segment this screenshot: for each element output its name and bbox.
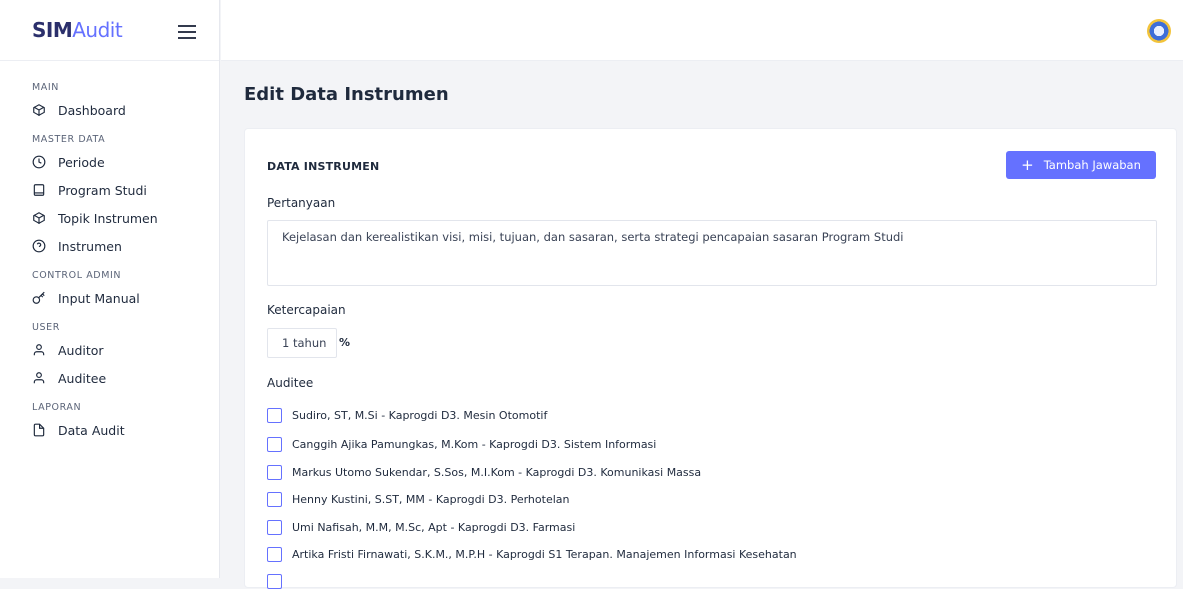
box-icon [32, 211, 46, 225]
sidebar-item-label: Instrumen [58, 238, 122, 254]
pertanyaan-label: Pertanyaan [267, 196, 336, 210]
logo-part-1: SIM [32, 18, 73, 42]
auditee-option[interactable]: Sudiro, ST, M.Si - Kaprogdi D3. Mesin Ot… [267, 408, 547, 423]
sidebar-item-auditor[interactable]: Auditor [0, 336, 219, 364]
auditee-option[interactable]: Markus Utomo Sukendar, S.Sos, M.I.Kom - … [267, 465, 701, 480]
checkbox[interactable] [267, 520, 282, 535]
auditee-option-label: Sudiro, ST, M.Si - Kaprogdi D3. Mesin Ot… [292, 409, 548, 422]
percent-unit: % [339, 336, 351, 349]
box-icon [32, 103, 46, 117]
add-answer-button[interactable]: + Tambah Jawaban [1006, 151, 1156, 179]
auditee-label: Auditee [267, 376, 314, 390]
checkbox[interactable] [267, 547, 282, 562]
sidebar-item-program-studi[interactable]: Program Studi [0, 176, 219, 204]
section-title-user: USER [32, 322, 60, 333]
tablet-icon [32, 183, 46, 197]
instrument-form-card: DATA INSTRUMEN + Tambah Jawaban Pertanya… [244, 128, 1177, 589]
page-title: Edit Data Instrumen [244, 84, 449, 105]
auditee-option-label: Artika Fristi Firnawati, S.K.M., M.P.H -… [292, 548, 797, 561]
brand-header: SIMAudit [0, 0, 219, 61]
sidebar-item-label: Dashboard [58, 102, 126, 118]
sidebar-item-auditee[interactable]: Auditee [0, 364, 219, 392]
sidebar-item-label: Data Audit [58, 422, 125, 438]
ketercapaian-value: 1 tahun [282, 336, 327, 350]
sidebar-item-label: Program Studi [58, 182, 147, 198]
sidebar-item-periode[interactable]: Periode [0, 148, 219, 176]
auditee-option[interactable]: Artika Fristi Firnawati, S.K.M., M.P.H -… [267, 547, 797, 562]
section-title-control-admin: CONTROL ADMIN [32, 270, 122, 281]
auditee-option-partial[interactable] [267, 574, 292, 589]
auditee-option[interactable]: Henny Kustini, S.ST, MM - Kaprogdi D3. P… [267, 492, 570, 507]
sidebar-item-topik-instrumen[interactable]: Topik Instrumen [0, 204, 219, 232]
auditee-option-label: Markus Utomo Sukendar, S.Sos, M.I.Kom - … [292, 466, 702, 479]
sidebar-item-instrumen[interactable]: Instrumen [0, 232, 219, 260]
checkbox[interactable] [267, 408, 282, 423]
card-heading: DATA INSTRUMEN [267, 160, 380, 173]
help-circle-icon [32, 239, 46, 253]
checkbox[interactable] [267, 574, 282, 589]
user-icon [32, 343, 46, 357]
auditee-option-label: Canggih Ajika Pamungkas, M.Kom - Kaprogd… [292, 438, 657, 451]
auditee-option[interactable]: Canggih Ajika Pamungkas, M.Kom - Kaprogd… [267, 437, 656, 452]
app-logo[interactable]: SIMAudit [32, 18, 123, 42]
plus-icon: + [1021, 156, 1034, 174]
auditee-option[interactable]: Umi Nafisah, M.M, M.Sc, Apt - Kaprogdi D… [267, 520, 575, 535]
checkbox[interactable] [267, 437, 282, 452]
sidebar-item-input-manual[interactable]: Input Manual [0, 284, 219, 312]
ketercapaian-label: Ketercapaian [267, 303, 346, 317]
auditee-option-label: Umi Nafisah, M.M, M.Sc, Apt - Kaprogdi D… [292, 521, 576, 534]
user-icon [32, 371, 46, 385]
section-title-main: MAIN [32, 82, 60, 93]
section-title-master-data: MASTER DATA [32, 134, 106, 145]
file-icon [32, 423, 46, 437]
checkbox[interactable] [267, 492, 282, 507]
sidebar-item-label: Input Manual [58, 290, 140, 306]
sidebar-item-label: Periode [58, 154, 105, 170]
sidebar-item-label: Topik Instrumen [58, 210, 158, 226]
auditee-option-label: Henny Kustini, S.ST, MM - Kaprogdi D3. P… [292, 493, 570, 506]
section-title-laporan: LAPORAN [32, 402, 82, 413]
sidebar-item-dashboard[interactable]: Dashboard [0, 96, 219, 124]
logo-part-2: Audit [72, 18, 123, 42]
pertanyaan-textarea[interactable]: Kejelasan dan kerealistikan visi, misi, … [267, 220, 1157, 286]
checkbox[interactable] [267, 465, 282, 480]
sidebar-item-label: Auditee [58, 370, 107, 386]
avatar[interactable] [1147, 19, 1171, 43]
ketercapaian-input[interactable]: 1 tahun [267, 328, 337, 358]
key-icon [32, 291, 46, 305]
clock-icon [32, 155, 46, 169]
sidebar-nav: MAIN Dashboard MASTER DATA Periode Progr… [0, 82, 219, 444]
top-navbar [221, 0, 1183, 61]
sidebar-item-data-audit[interactable]: Data Audit [0, 416, 219, 444]
menu-toggle-icon[interactable] [178, 25, 196, 39]
add-answer-label: Tambah Jawaban [1043, 158, 1141, 172]
sidebar-item-label: Auditor [58, 342, 104, 358]
sidebar: SIMAudit MAIN Dashboard MASTER DATA Peri… [0, 0, 220, 578]
